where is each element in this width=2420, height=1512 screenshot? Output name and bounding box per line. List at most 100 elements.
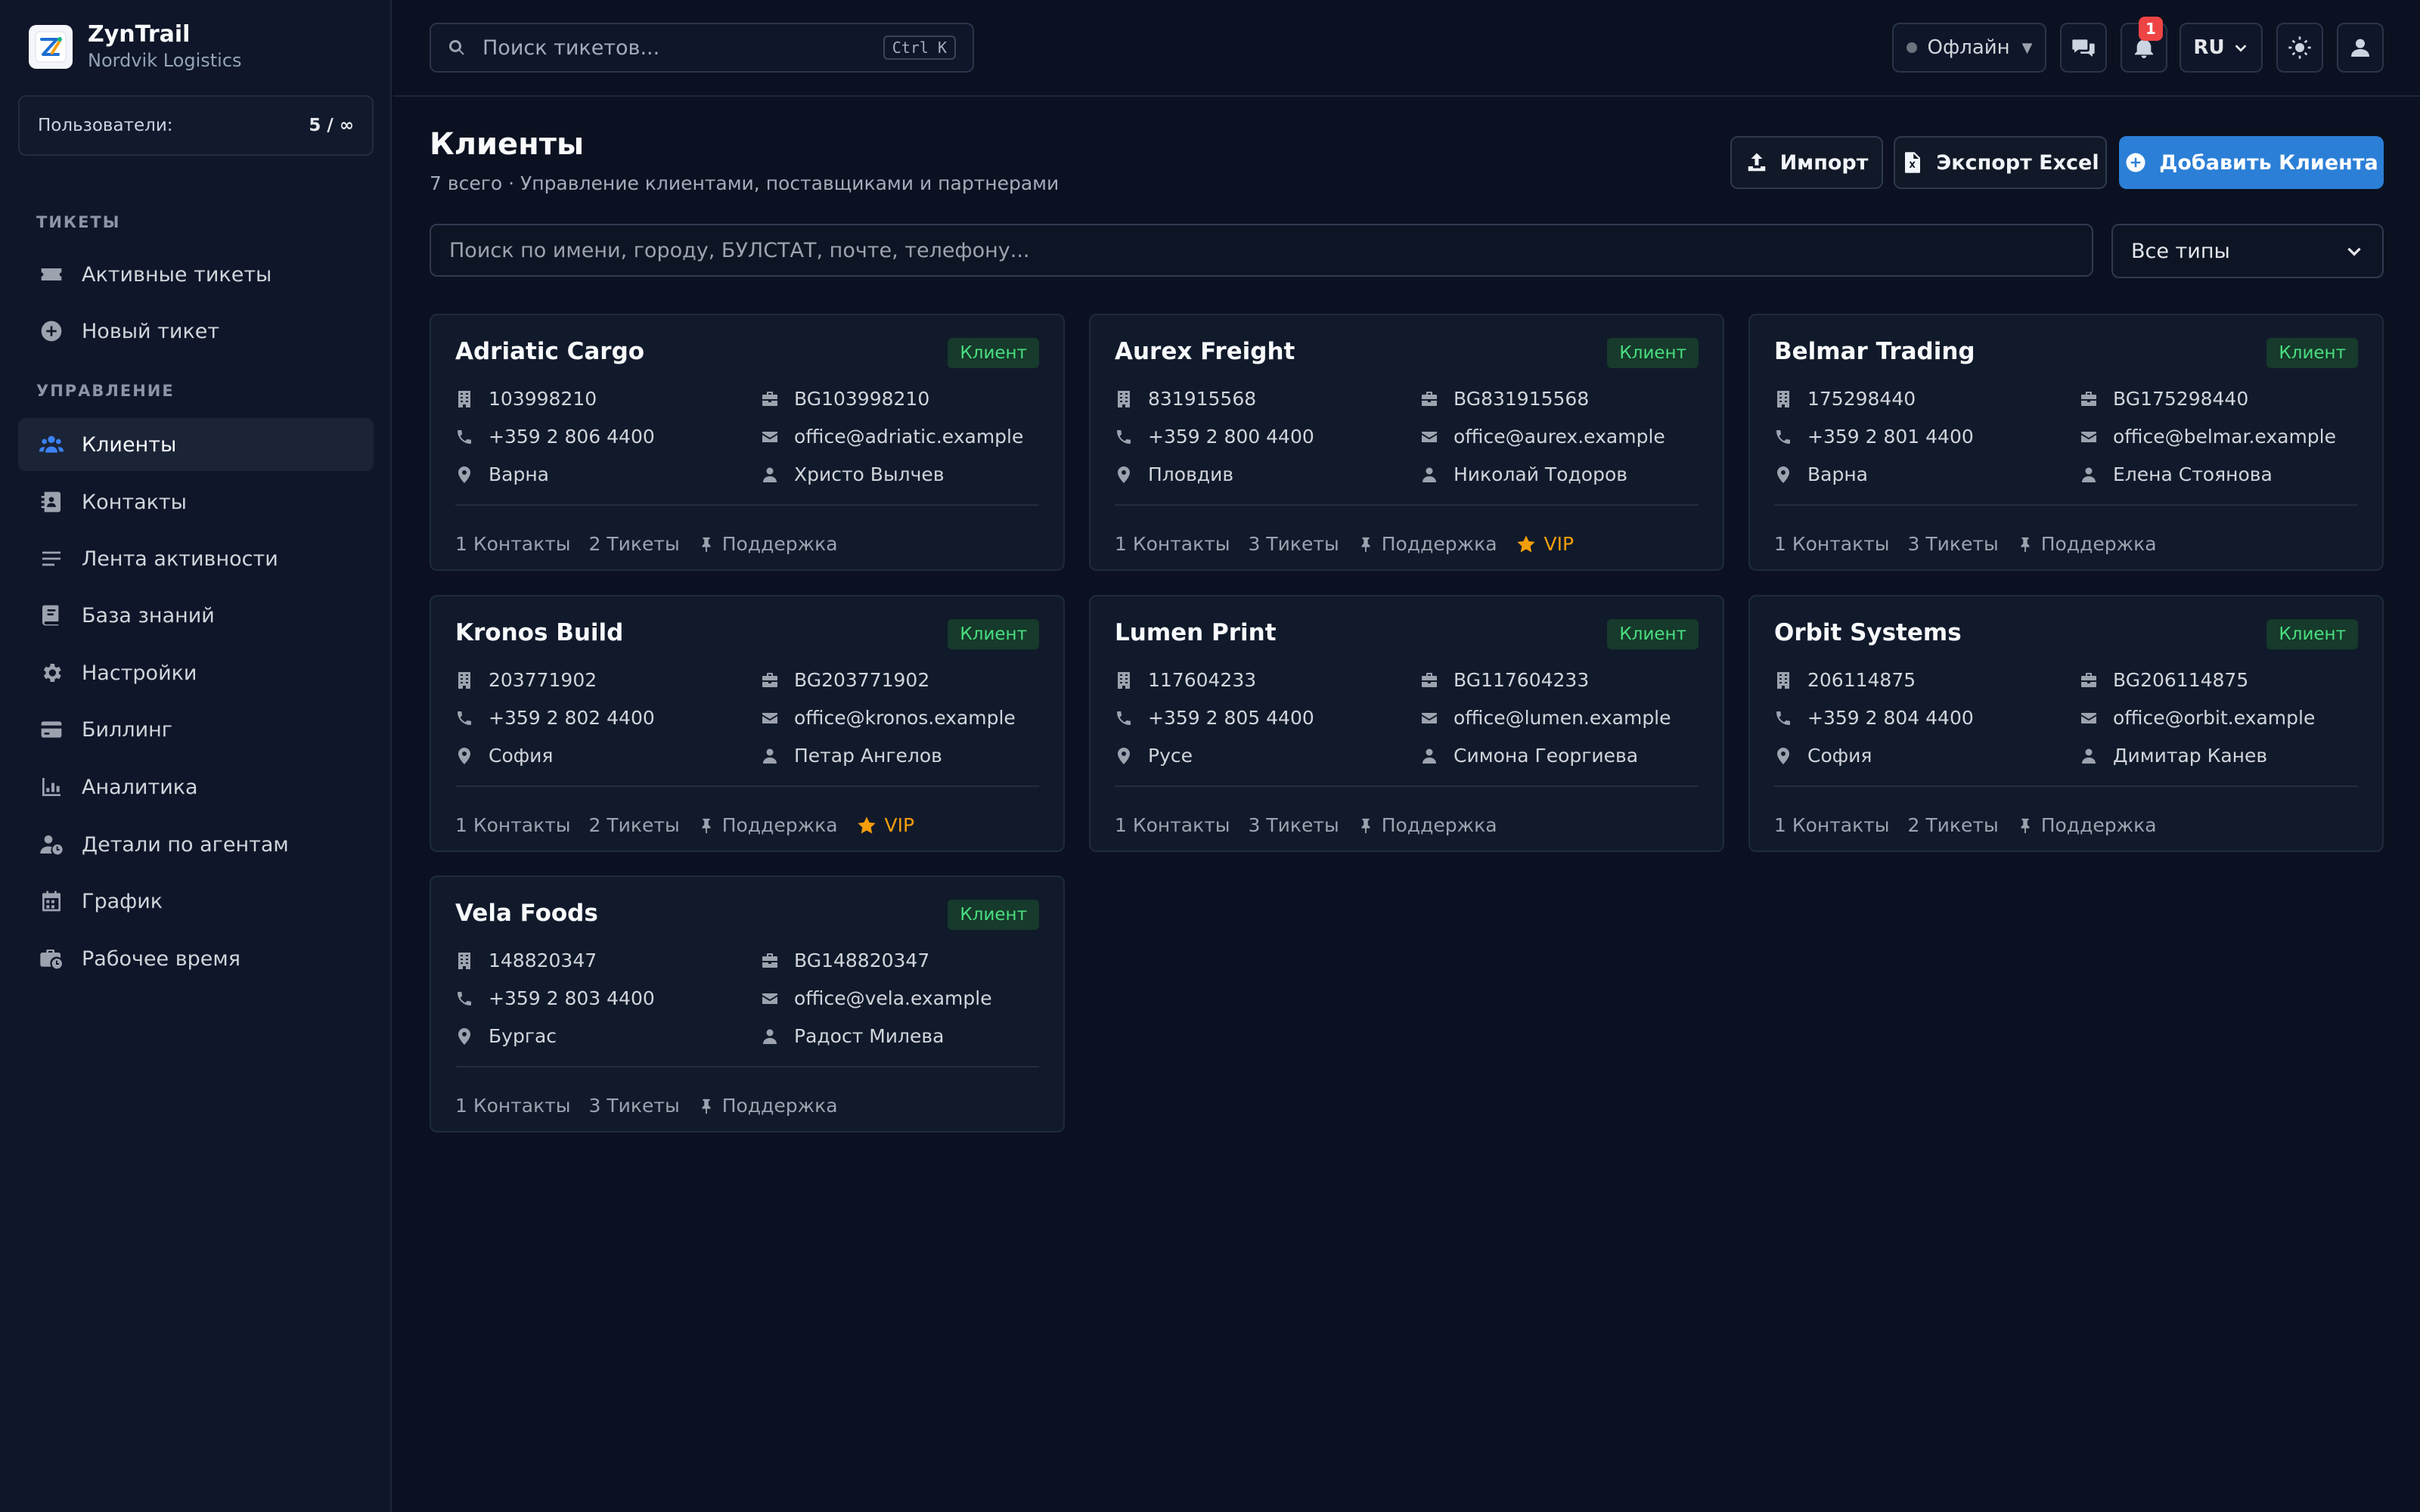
client-card[interactable]: Belmar Trading Клиент 175298440 +359 2 8… (1748, 314, 2384, 571)
brand[interactable]: ZynTrail Nordvik Logistics (29, 21, 242, 71)
import-button[interactable]: Импорт (1730, 136, 1883, 189)
tickets-count: 2 Тикеты (588, 533, 680, 555)
sidebar-item-label: График (82, 889, 163, 913)
chat-button[interactable] (2060, 23, 2107, 73)
briefcase-icon (1422, 672, 1437, 687)
pin-icon (702, 818, 711, 833)
sidebar-item-analytics[interactable]: Аналитика (18, 761, 374, 813)
comments-icon (2071, 36, 2096, 60)
tickets-count: 2 Тикеты (588, 814, 680, 836)
card-divider (1115, 504, 1699, 506)
list-icon (38, 545, 65, 572)
add-client-label: Добавить Клиента (2159, 150, 2378, 175)
user-menu-button[interactable] (2337, 23, 2384, 73)
users-icon (38, 431, 65, 458)
client-card[interactable]: Orbit Systems Клиент 206114875 +359 2 80… (1748, 595, 2384, 852)
client-phone[interactable]: +359 2 804 4400 (1774, 707, 1974, 729)
user-icon (2348, 36, 2372, 60)
client-bulstat: 103998210 (455, 388, 597, 410)
add-client-button[interactable]: Добавить Клиента (2119, 136, 2384, 189)
notifications-button[interactable]: 1 (2121, 17, 2167, 73)
language-select[interactable]: RU (2180, 23, 2263, 73)
client-phone[interactable]: +359 2 806 4400 (455, 426, 655, 448)
client-type-badge: Клиент (948, 900, 1039, 930)
app-logo-icon (29, 25, 73, 69)
sidebar-item-working-hours[interactable]: Рабочее время (18, 932, 374, 985)
client-contact-person: Радост Милева (761, 1025, 944, 1047)
envelope-icon (762, 712, 777, 723)
sidebar-item-knowledge-base[interactable]: База знаний (18, 589, 374, 642)
client-card[interactable]: Aurex Freight Клиент 831915568 +359 2 80… (1089, 314, 1724, 571)
client-name[interactable]: Kronos Build (455, 619, 623, 646)
briefcase-clock-icon (38, 945, 65, 972)
plan-label: Поддержка (698, 814, 838, 836)
user-icon (2082, 467, 2096, 482)
tickets-count: 2 Тикеты (1907, 814, 1999, 836)
client-name[interactable]: Belmar Trading (1774, 338, 1975, 365)
ticket-search-input[interactable]: Поиск тикетов... Ctrl K (430, 23, 974, 73)
plan-label: Поддержка (698, 533, 838, 555)
export-excel-button[interactable]: Экспорт Excel (1894, 136, 2107, 189)
sidebar-item-billing[interactable]: Биллинг (18, 703, 374, 756)
client-city: Варна (1774, 463, 1868, 485)
client-email[interactable]: office@adriatic.example (761, 426, 1023, 448)
client-name[interactable]: Adriatic Cargo (455, 338, 644, 365)
client-card[interactable]: Vela Foods Клиент 148820347 +359 2 803 4… (430, 875, 1065, 1132)
card-footer: 1 Контакты 2 Тикеты Поддержка VIP (455, 814, 932, 836)
status-dropdown[interactable]: Офлайн ▼ (1892, 23, 2046, 73)
theme-toggle-button[interactable] (2276, 23, 2323, 73)
sidebar-item-label: Активные тикеты (82, 262, 272, 287)
client-name[interactable]: Vela Foods (455, 900, 598, 927)
client-bulstat: 206114875 (1774, 669, 1916, 691)
sidebar-item-agent-details[interactable]: Детали по агентам (18, 818, 374, 871)
client-contact-person: Симона Георгиева (1420, 745, 1638, 767)
client-name[interactable]: Aurex Freight (1115, 338, 1295, 365)
sidebar-item-new-ticket[interactable]: Новый тикет (18, 305, 374, 358)
client-email[interactable]: office@vela.example (761, 987, 992, 1009)
client-email[interactable]: office@aurex.example (1420, 426, 1665, 448)
client-search-input[interactable]: Поиск по имени, городу, БУЛСТАТ, почте, … (430, 224, 2093, 277)
briefcase-icon (1422, 391, 1437, 406)
client-phone[interactable]: +359 2 803 4400 (455, 987, 655, 1009)
client-email[interactable]: office@lumen.example (1420, 707, 1671, 729)
tickets-count: 3 Тикеты (1248, 533, 1339, 555)
client-name[interactable]: Lumen Print (1115, 619, 1277, 646)
plus-circle-icon (38, 318, 65, 345)
briefcase-icon (762, 391, 777, 406)
vip-badge: VIP (1516, 533, 1574, 555)
client-name[interactable]: Orbit Systems (1774, 619, 1962, 646)
section-tickets: ТИКЕТЫ (36, 213, 121, 231)
client-phone[interactable]: +359 2 800 4400 (1115, 426, 1314, 448)
type-filter-select[interactable]: Все типы (2111, 224, 2384, 278)
client-email[interactable]: office@belmar.example (2080, 426, 2336, 448)
client-card[interactable]: Lumen Print Клиент 117604233 +359 2 805 … (1089, 595, 1724, 852)
client-vat: BG103998210 (761, 388, 929, 410)
client-phone[interactable]: +359 2 801 4400 (1774, 426, 1974, 448)
top-bar: Поиск тикетов... Ctrl K Офлайн ▼ 1 RU (393, 0, 2420, 97)
client-phone[interactable]: +359 2 805 4400 (1115, 707, 1314, 729)
sidebar-item-schedule[interactable]: График (18, 875, 374, 928)
tickets-count: 3 Тикеты (588, 1095, 680, 1117)
contacts-count: 1 Контакты (455, 533, 571, 555)
pin-icon (2021, 537, 2030, 552)
client-card[interactable]: Kronos Build Клиент 203771902 +359 2 802… (430, 595, 1065, 852)
sidebar-item-clients[interactable]: Клиенты (18, 418, 374, 471)
card-divider (1115, 785, 1699, 787)
client-email[interactable]: office@kronos.example (761, 707, 1016, 729)
chevron-down-icon (2225, 39, 2249, 56)
phone-icon (458, 991, 471, 1005)
client-city: Варна (455, 463, 549, 485)
client-email[interactable]: office@orbit.example (2080, 707, 2315, 729)
sidebar-item-active-tickets[interactable]: Активные тикеты (18, 248, 374, 301)
sidebar-item-label: Контакты (82, 490, 187, 514)
client-contact-person: Николай Тодоров (1420, 463, 1627, 485)
sidebar-item-activity-feed[interactable]: Лента активности (18, 532, 374, 585)
client-phone[interactable]: +359 2 802 4400 (455, 707, 655, 729)
sidebar-item-settings[interactable]: Настройки (18, 646, 374, 699)
client-card[interactable]: Adriatic Cargo Клиент 103998210 +359 2 8… (430, 314, 1065, 571)
sidebar-item-label: Биллинг (82, 717, 172, 742)
sidebar-item-contacts[interactable]: Контакты (18, 476, 374, 528)
client-contact-person: Петар Ангелов (761, 745, 942, 767)
notifications-badge: 1 (2139, 17, 2163, 41)
building-icon (1118, 671, 1130, 689)
